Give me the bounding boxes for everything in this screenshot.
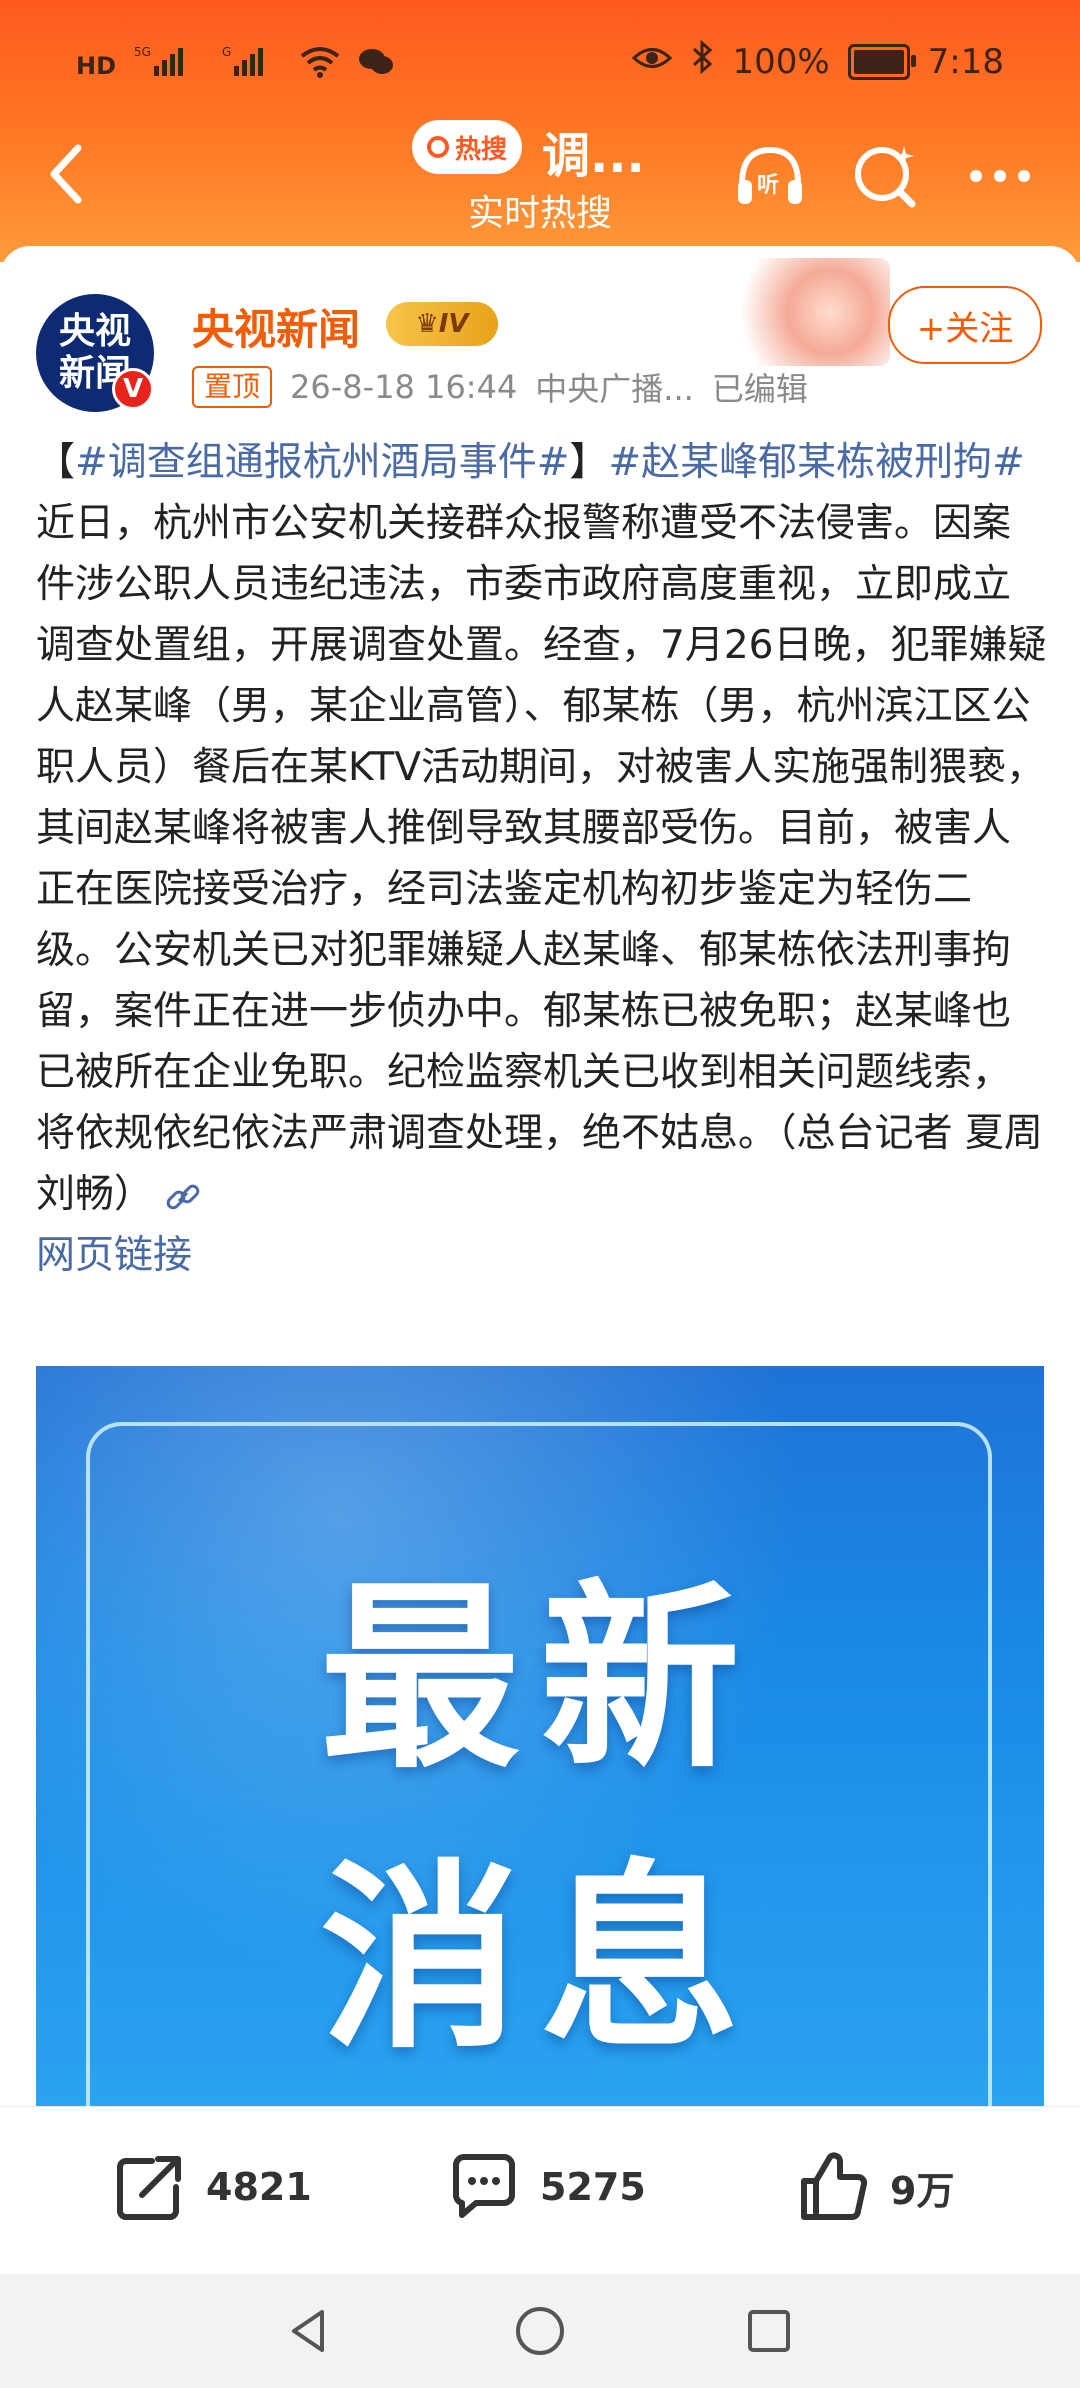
post-card: 央视 新闻 V 央视新闻 ♛ IV 置顶 26-8-18 16:44 中央广播.… [0,246,1080,2106]
follow-button[interactable]: +关注 [888,286,1042,364]
signal-icon: G [222,44,282,87]
search-icon [426,136,449,158]
network-tag: HD [76,51,117,80]
square-recents-icon [748,2310,790,2352]
circle-home-icon [516,2307,564,2355]
bracket-open: 【 [36,440,76,485]
status-bar: HD 5G G 100% 7:18 [0,30,1080,100]
like-count: 9万 [890,2168,955,2213]
crown-icon: ♛ [415,309,439,339]
nav-row: 热搜 调... 实时热搜 听 [0,110,1080,260]
level-badge: ♛ IV [386,302,498,346]
battery-text: 100% [732,41,830,82]
action-bar: 4821 5275 9万 [0,2106,1080,2275]
triangle-back-icon [292,2310,324,2352]
bluetooth-icon [690,39,714,83]
post-meta: 置顶 26-8-18 16:44 中央广播... 已编辑 [192,364,808,410]
battery-icon [847,43,916,80]
hot-search-pill[interactable]: 热搜 [412,120,522,174]
share-icon [117,2156,181,2220]
bracket-close: 】 [569,440,609,485]
svg-text:5G: 5G [134,45,151,59]
hashtag-link[interactable]: #调查组通报杭州酒局事件# [75,440,569,485]
image-text: 消息 [319,1843,760,2076]
source: 中央广播... [535,370,694,408]
timestamp: 26-8-18 16:44 [290,368,518,406]
comment-button[interactable]: 5275 [446,2147,646,2227]
signal-icon: 5G [134,44,204,87]
system-recents-button[interactable] [742,2304,796,2358]
like-button[interactable]: 9万 [796,2147,954,2227]
share-button[interactable]: 4821 [112,2147,312,2227]
comment-count: 5275 [540,2165,646,2209]
headphones-icon: 听 [738,146,802,204]
pinned-tag: 置顶 [192,366,273,408]
svg-text:听: 听 [757,173,779,198]
clock: 7:18 [927,41,1004,82]
hashtag-link[interactable]: #赵某峰郁某栋被刑拘# [608,440,1024,485]
page-title: 调... [542,128,645,184]
hot-pill-label: 热搜 [454,134,507,165]
wechat-icon [358,46,394,86]
system-nav-bar [0,2274,1080,2388]
level-text: IV [438,309,469,339]
post-body: 近日，杭州市公安机关接群众报警称遭受不法侵害。因案件涉公职人员违纪违法，市委市政… [36,501,1047,1217]
author-name[interactable]: 央视新闻 [192,296,360,357]
system-home-button[interactable] [513,2304,567,2358]
search-icon [855,146,916,208]
more-icon [970,170,1030,182]
svg-text:G: G [222,45,231,59]
web-link[interactable]: 网页链接 [36,1233,192,1278]
link-icon [166,1184,200,1209]
more-button[interactable] [960,136,1040,216]
header-decoration-image [740,258,890,366]
header: HD 5G G 100% 7:18 热搜 调... 实时热搜 听 [0,0,1080,262]
avatar-text: 央视 [58,311,131,352]
edited-label: 已编辑 [711,370,808,408]
wifi-icon [300,44,340,87]
system-back-button[interactable] [282,2304,336,2358]
post-image[interactable]: 最新 消息 [36,1366,1044,2106]
verified-badge: V [112,368,154,410]
share-count: 4821 [206,2165,312,2209]
comment-icon [453,2154,515,2218]
search-button[interactable] [846,136,926,216]
eye-icon [632,42,673,82]
post-text: 【#调查组通报杭州酒局事件#】#赵某峰郁某栋被刑拘# 近日，杭州市公安机关接群众… [36,432,1048,1286]
thumbs-up-icon [801,2152,868,2220]
listen-button[interactable]: 听 [730,136,810,216]
image-text: 最新 [319,1563,760,1796]
